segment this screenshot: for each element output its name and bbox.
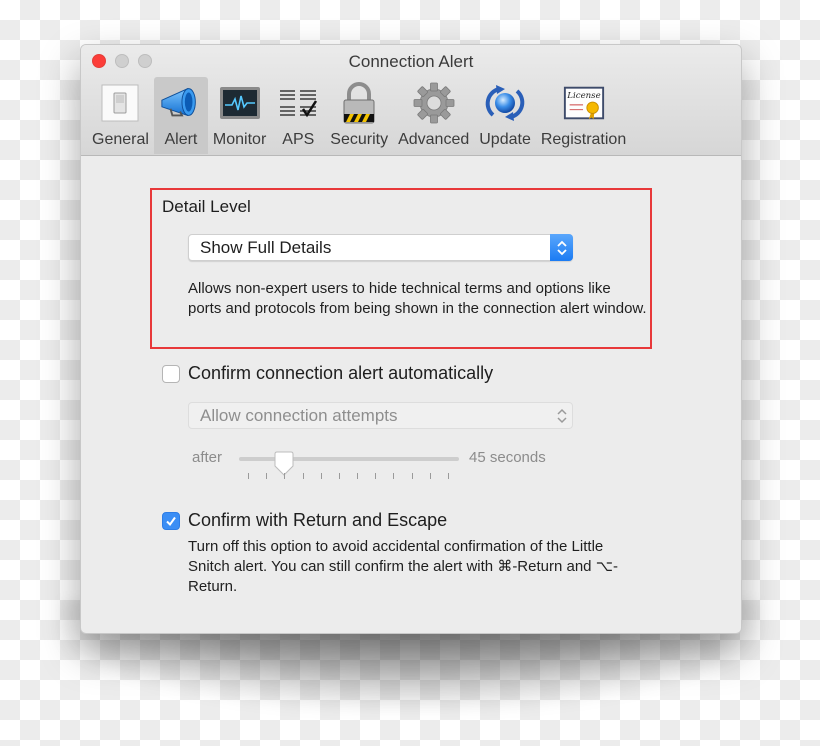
preferences-window: Connection Alert General Alert Monitor A…: [80, 44, 742, 634]
tab-label: Update: [479, 131, 531, 148]
gear-icon: [412, 81, 456, 125]
auto-confirm-delay-slider-row: after 45 seconds: [192, 447, 572, 487]
slider-tick: [411, 473, 413, 479]
checklist-icon: [276, 81, 320, 125]
tab-label: General: [92, 131, 149, 148]
activity-monitor-icon: [218, 81, 262, 125]
svg-text:License: License: [566, 91, 600, 101]
checkmark-icon: [166, 516, 176, 526]
alert-settings-pane: Detail Level Show Full Details Allows no…: [81, 156, 741, 633]
refresh-globe-icon: [483, 81, 527, 125]
tab-advanced[interactable]: Advanced: [393, 77, 474, 154]
slider-tick: [302, 473, 304, 479]
tab-aps[interactable]: APS: [271, 77, 325, 154]
slider-tick: [393, 473, 395, 479]
auto-confirm-checkbox[interactable]: [162, 364, 180, 383]
tab-label: Registration: [540, 131, 627, 148]
slider-tick: [429, 473, 431, 479]
delay-slider-track[interactable]: [239, 451, 459, 476]
toggle-switch-icon: [98, 81, 142, 125]
title-bar: Connection Alert General Alert Monitor A…: [81, 45, 741, 156]
slider-prefix-label: after: [192, 449, 223, 466]
auto-confirm-label: Confirm connection alert automatically: [188, 363, 494, 383]
tab-label: Alert: [164, 131, 198, 148]
detail-level-popup[interactable]: Show Full Details: [188, 234, 573, 261]
detail-level-description: Allows non-expert users to hide technica…: [188, 280, 647, 317]
slider-tick: [266, 473, 268, 479]
tab-label: APS: [282, 131, 315, 148]
window-title: Connection Alert: [348, 52, 474, 71]
tab-alert[interactable]: Alert: [153, 77, 208, 154]
tab-label: Advanced: [398, 131, 470, 148]
auto-confirm-action-popup[interactable]: Allow connection attempts: [188, 402, 573, 429]
tab-label: Security: [330, 131, 389, 148]
padlock-icon: [337, 81, 381, 125]
tab-label: Monitor: [212, 131, 267, 148]
return-escape-checkbox[interactable]: [162, 511, 180, 530]
return-escape-description: Turn off this option to avoid accidental…: [188, 538, 618, 595]
tab-general[interactable]: General: [87, 77, 154, 154]
detail-level-value: Show Full Details: [200, 237, 332, 257]
auto-confirm-action-value: Allow connection attempts: [200, 405, 398, 425]
auto-confirm-option[interactable]: Confirm connection alert automatically: [162, 363, 493, 384]
slider-value-label: 45 seconds: [469, 449, 546, 466]
up-down-chevron-icon: [550, 234, 573, 261]
slider-tick: [248, 473, 249, 479]
up-down-chevron-icon: [550, 402, 573, 429]
slider-tick: [320, 473, 322, 479]
detail-level-heading: Detail Level: [162, 197, 251, 216]
slider-tick: [338, 473, 340, 479]
tab-security[interactable]: Security: [325, 77, 393, 154]
slider-ticks: [248, 473, 449, 481]
tab-monitor[interactable]: Monitor: [208, 77, 271, 154]
tab-update[interactable]: Update: [474, 77, 536, 154]
slider-tick: [284, 473, 286, 479]
license-certificate-icon: License: [562, 81, 606, 125]
slider-tick: [357, 473, 359, 479]
tab-registration[interactable]: License Registration: [536, 77, 631, 154]
return-escape-label: Confirm with Return and Escape: [188, 510, 448, 530]
slider-tick: [448, 473, 449, 479]
return-escape-option[interactable]: Confirm with Return and Escape: [162, 510, 447, 531]
slider-tick: [375, 473, 377, 479]
preferences-toolbar: General Alert Monitor APS Security Advan…: [87, 77, 631, 154]
megaphone-icon: [159, 81, 203, 125]
